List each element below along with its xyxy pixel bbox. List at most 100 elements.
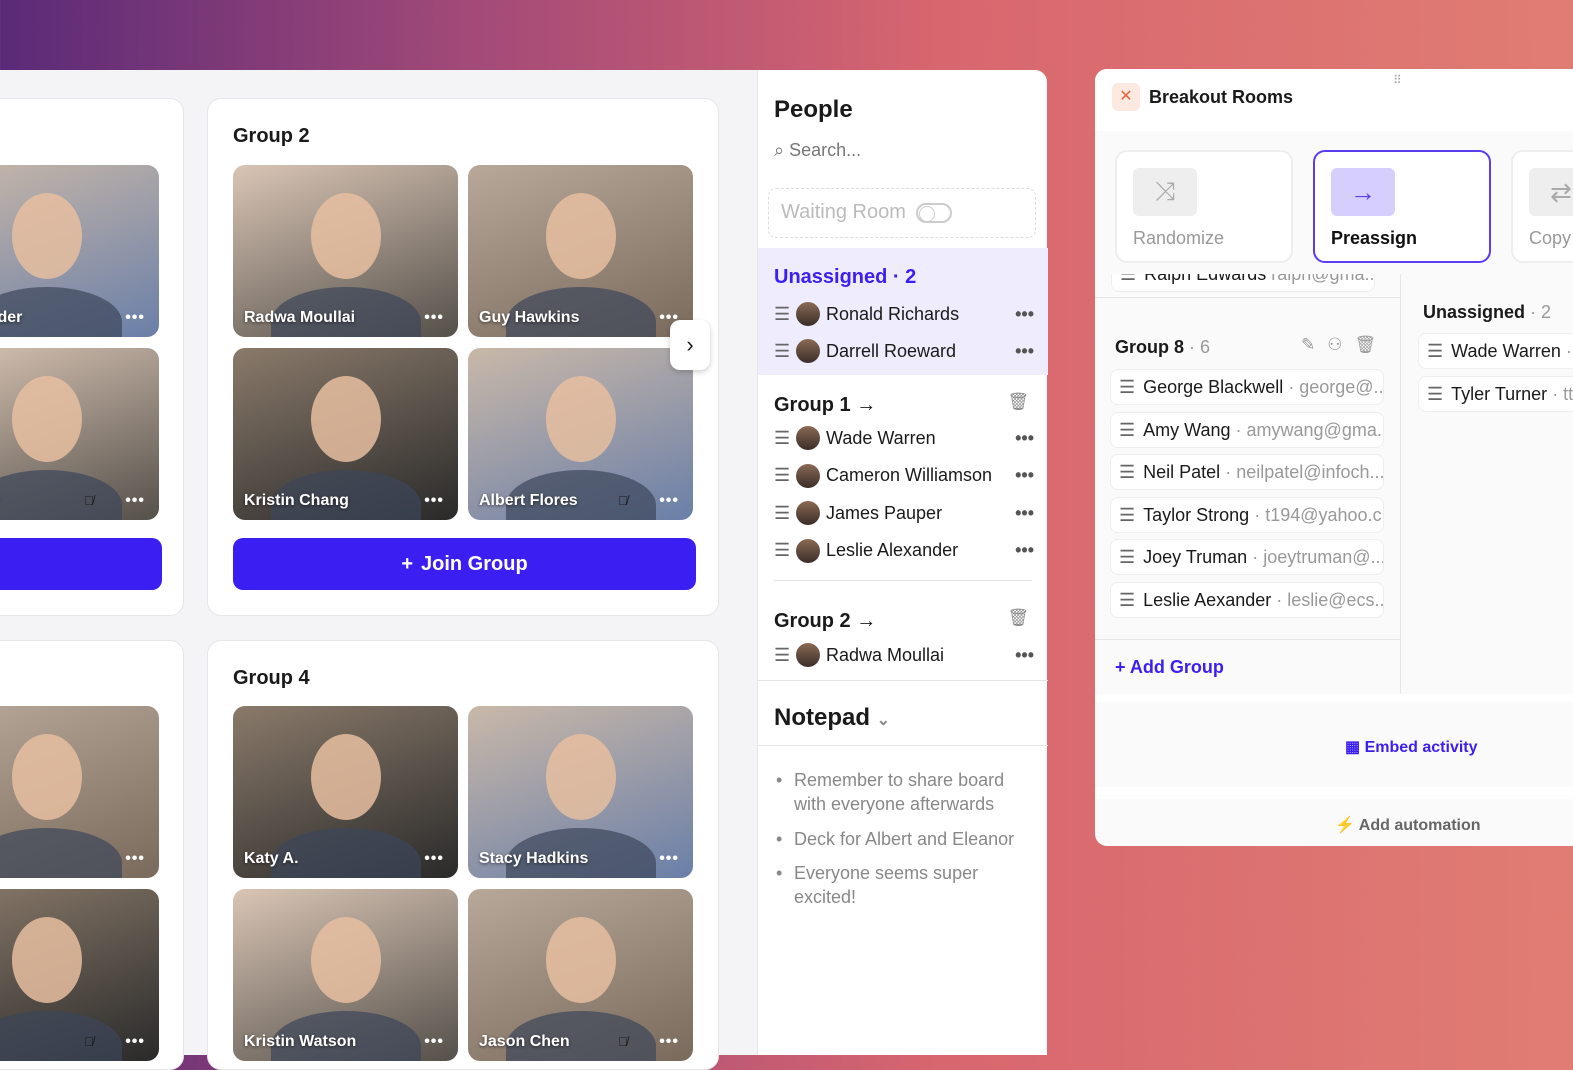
more-options-button[interactable]: ••• (125, 492, 145, 510)
member-entry[interactable]: ☰ Joey Truman · joeytruman@... (1110, 539, 1384, 576)
trash-icon[interactable]: 🗑 (1007, 392, 1029, 412)
more-options-button[interactable]: ••• (1015, 465, 1034, 486)
drag-handle-icon[interactable]: ☰ (1119, 505, 1135, 525)
mode-randomize[interactable]: ⤨ Randomize (1115, 150, 1293, 263)
drag-handle-icon[interactable]: ☰ (1119, 590, 1135, 610)
video-tile[interactable]: Stacy Hadkins ••• (468, 706, 693, 878)
participant-row[interactable]: ☰ Wade Warren ••• (774, 426, 1034, 450)
drag-handle-icon[interactable]: ☰ (774, 645, 796, 666)
more-options-button[interactable]: ••• (125, 850, 145, 868)
more-options-button[interactable]: ••• (125, 1033, 145, 1051)
waiting-room-toggle[interactable] (915, 202, 952, 223)
avatar (796, 643, 820, 667)
drag-handle-icon[interactable]: ⠿ (1393, 73, 1402, 87)
add-user-icon[interactable]: ⚇ (1327, 335, 1354, 354)
participant-row[interactable]: ☰ Darrell Roeward ••• (774, 339, 1034, 363)
drag-handle-icon[interactable]: ☰ (774, 304, 796, 325)
drag-handle-icon[interactable]: ☰ (774, 341, 796, 362)
participant-face (545, 376, 616, 462)
member-entry[interactable]: ☰ Tyler Turner · tt (1418, 376, 1573, 412)
participant-name: Guy Hawkins (479, 309, 580, 326)
divider (758, 745, 1048, 746)
mic-muted-icon: 🎙̸ (618, 1034, 628, 1049)
more-options-button[interactable]: ••• (1015, 304, 1034, 325)
embed-activity-button[interactable]: ▦ Embed activity (1345, 737, 1478, 757)
group8-actions: ✎⚇🗑 (1301, 335, 1388, 355)
member-entry[interactable]: ☰ Leslie Aexander · leslie@ecs... (1110, 582, 1384, 618)
drag-handle-icon[interactable]: ☰ (1119, 377, 1135, 397)
pencil-icon[interactable]: ✎ (1301, 335, 1327, 354)
group1-label[interactable]: Group 1 → (774, 394, 876, 417)
mic-muted-icon: 🎙̸ (84, 493, 94, 508)
video-tile[interactable]: Alexander ••• (0, 165, 159, 337)
join-group-button[interactable]: + Join Group (233, 538, 696, 590)
more-options-button[interactable]: ••• (424, 309, 444, 327)
participant-row[interactable]: ☰ James Pauper ••• (774, 501, 1034, 525)
group2-label[interactable]: Group 2 → (774, 610, 876, 633)
member-entry[interactable]: ☰ Amy Wang · amywang@gma... (1110, 411, 1384, 448)
group-title: Group 2 (233, 125, 310, 147)
chevron-down-icon: ⌄ (876, 712, 891, 729)
drag-handle-icon[interactable]: ☰ (1119, 420, 1135, 440)
video-tile[interactable]: Katy A. ••• (233, 706, 458, 878)
more-options-button[interactable]: ••• (1015, 428, 1034, 449)
more-options-button[interactable]: ••• (424, 850, 444, 868)
more-options-button[interactable]: ••• (659, 1033, 679, 1051)
more-options-button[interactable]: ••• (424, 1033, 444, 1051)
video-tile[interactable]: Jason Chen 🎙̸ ••• (468, 889, 693, 1061)
join-group-button[interactable] (0, 538, 162, 590)
add-group-button[interactable]: + Add Group (1115, 657, 1224, 678)
drag-handle-icon[interactable]: ☰ (774, 503, 796, 524)
participant-row[interactable]: ☰ Leslie Alexander ••• (774, 538, 1034, 563)
more-options-button[interactable]: ••• (1015, 645, 1034, 666)
more-options-button[interactable]: ••• (1015, 341, 1034, 362)
mode-copy[interactable]: ⇄ Copy (1511, 150, 1573, 263)
member-email: · tt (1552, 384, 1573, 404)
video-tile[interactable]: wkins••• (0, 706, 159, 878)
member-name: Tyler Turner (1451, 384, 1548, 404)
lightning-icon: ⚡ (1335, 817, 1355, 834)
drag-handle-icon[interactable]: ☰ (1119, 462, 1135, 482)
drag-handle-icon[interactable]: ☰ (774, 540, 796, 561)
more-options-button[interactable]: ••• (424, 492, 444, 510)
trash-icon[interactable]: 🗑 (1007, 608, 1029, 628)
drag-handle-icon[interactable]: ☰ (1427, 341, 1443, 361)
search-input[interactable]: ⌕ Search... (774, 140, 861, 161)
more-options-button[interactable]: ••• (125, 309, 145, 327)
more-options-button[interactable]: ••• (659, 492, 679, 510)
more-options-button[interactable]: ••• (1015, 540, 1034, 561)
mode-preassign[interactable]: → Preassign (1313, 150, 1491, 263)
participant-name: Darrell Roeward (826, 340, 957, 361)
drag-handle-icon[interactable]: ☰ (774, 428, 796, 449)
notepad-toggle[interactable]: Notepad ⌄ (774, 704, 890, 732)
breakout-header: ✕ Breakout Rooms ⠿ (1095, 69, 1573, 131)
member-entry[interactable]: ☰ George Blackwell · george@... (1110, 369, 1384, 405)
video-tile[interactable]: Albert Flores 🎙̸ ••• (468, 348, 693, 520)
participant-row[interactable]: ☰ Cameron Williamson ••• (774, 463, 1034, 488)
drag-handle-icon[interactable]: ☰ (1119, 547, 1135, 567)
divider (1095, 297, 1400, 298)
video-tile[interactable]: Guy Hawkins ••• (468, 165, 693, 337)
drag-handle-icon[interactable]: ☰ (1427, 384, 1443, 404)
member-entry[interactable]: ☰ Neil Patel · neilpatel@infoch... (1110, 454, 1384, 491)
more-options-button[interactable]: ••• (659, 850, 679, 868)
video-tile[interactable]: Flores 🎙̸••• (0, 889, 159, 1061)
drag-handle-icon[interactable]: ☰ (774, 465, 796, 486)
video-tile[interactable]: Kristin Watson ••• (233, 889, 458, 1061)
video-tile[interactable]: Pauper 🎙̸••• (0, 348, 159, 520)
participant-row[interactable]: ☰ Radwa Moullai ••• (774, 643, 1034, 667)
add-automation-button[interactable]: ⚡ Add automation (1335, 815, 1481, 835)
member-email: · amywang@gma... (1235, 419, 1384, 440)
trash-icon[interactable]: 🗑 (1355, 335, 1389, 354)
next-page-button[interactable]: › (670, 320, 710, 370)
people-title: People (774, 96, 853, 123)
video-tile[interactable]: Radwa Moullai ••• (233, 165, 458, 337)
participant-row[interactable]: ☰ Ronald Richards ••• (774, 302, 1034, 326)
participant-video (0, 828, 122, 878)
grid-icon: ▦ (1345, 739, 1361, 756)
more-options-button[interactable]: ••• (1015, 503, 1034, 524)
video-tile[interactable]: Kristin Chang ••• (233, 348, 458, 520)
participant-face (545, 734, 616, 820)
member-entry[interactable]: ☰ Taylor Strong · t194@yahoo.c... (1110, 496, 1384, 533)
member-entry[interactable]: ☰ Wade Warren · w (1418, 333, 1573, 369)
